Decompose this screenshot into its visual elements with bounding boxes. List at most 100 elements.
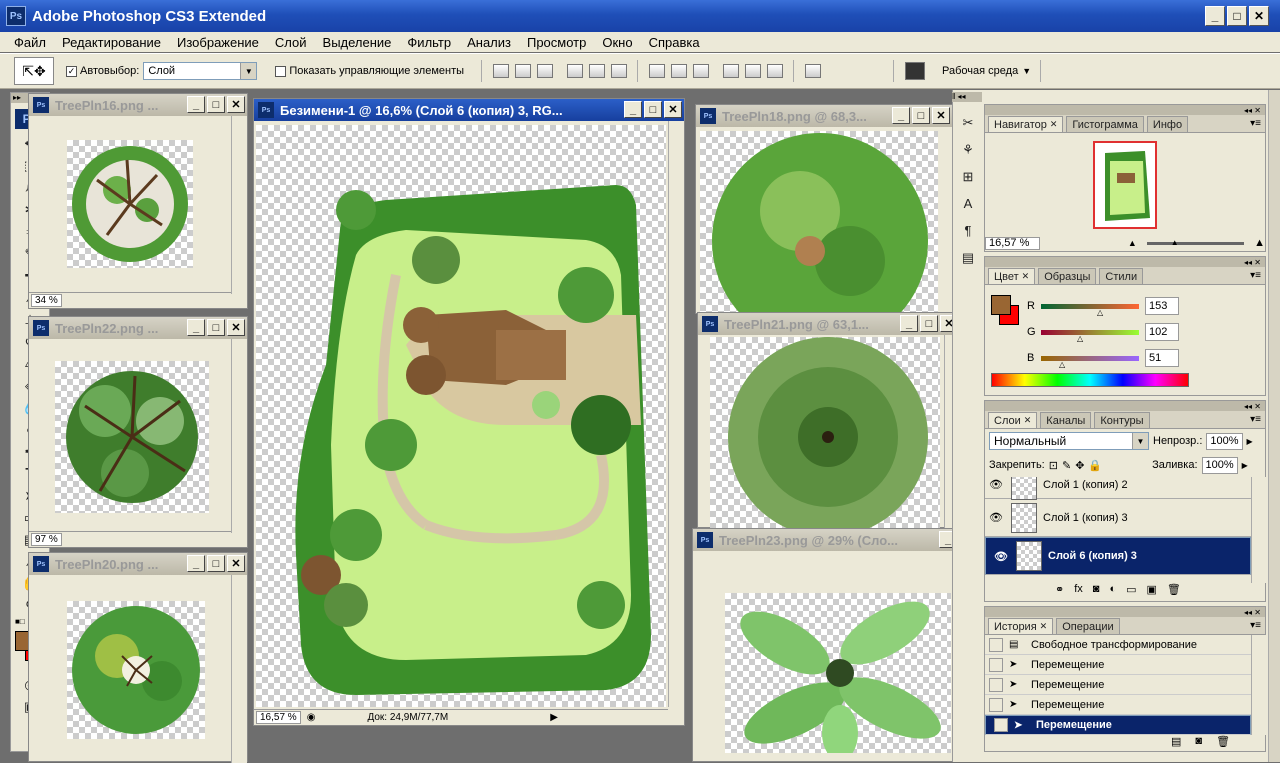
lock-transparency-icon[interactable]: ⊡ xyxy=(1049,459,1058,472)
align-vcenter-icon[interactable] xyxy=(515,64,532,78)
panel-menu-icon[interactable]: ▾≡ xyxy=(1250,118,1261,129)
align-hcenter-icon[interactable] xyxy=(589,64,606,78)
menu-select[interactable]: Выделение xyxy=(315,35,400,50)
layer-row[interactable]: 👁 Слой 1 (копия) 3 xyxy=(985,499,1251,537)
new-document-icon[interactable]: ▤ xyxy=(1171,735,1181,748)
clone-source-icon[interactable]: ⊞ xyxy=(955,166,981,187)
tool-presets-icon[interactable]: ✂ xyxy=(955,112,981,133)
distribute-hcenter-icon[interactable] xyxy=(745,64,762,78)
maximize-button[interactable]: □ xyxy=(912,107,930,124)
history-item[interactable]: ➤ Перемещение xyxy=(985,675,1251,695)
vertical-scrollbar[interactable] xyxy=(231,116,247,294)
doc-window-treepln20[interactable]: Ps TreePln20.png ... _ □ ✕ xyxy=(28,552,248,763)
snapshot-box[interactable] xyxy=(989,697,1003,712)
bridge-icon[interactable] xyxy=(905,62,926,80)
panel-menu-icon[interactable]: ▾≡ xyxy=(1250,620,1261,631)
menu-window[interactable]: Окно xyxy=(594,35,640,50)
minimize-button[interactable]: _ xyxy=(187,555,205,572)
tree-canvas[interactable] xyxy=(700,131,938,349)
minimize-button[interactable]: _ xyxy=(187,319,205,336)
history-item[interactable]: ➤ Перемещение xyxy=(985,655,1251,675)
navigator-preview[interactable] xyxy=(1093,141,1157,229)
vertical-scrollbar[interactable] xyxy=(231,339,247,533)
vertical-scrollbar[interactable] xyxy=(231,575,247,763)
doc-window-main[interactable]: Ps Безимени-1 @ 16,6% (Слой 6 (копия) 3, … xyxy=(253,98,685,726)
blend-mode-dropdown[interactable]: Нормальный ▼ xyxy=(989,432,1149,450)
layer-mask-icon[interactable]: ◙ xyxy=(1093,583,1100,596)
maximize-button[interactable]: □ xyxy=(644,101,662,118)
opacity-field[interactable]: 100% xyxy=(1206,432,1243,450)
distribute-vcenter-icon[interactable] xyxy=(671,64,688,78)
adjustment-layer-icon[interactable]: ◐ xyxy=(1109,583,1116,596)
doc-window-treepln21[interactable]: Ps TreePln21.png @ 63,1... _ □ ✕ xyxy=(697,312,961,537)
doc-window-treepln18[interactable]: Ps TreePln18.png @ 68,3... _ □ ✕ xyxy=(695,104,953,349)
tab-styles[interactable]: Стили xyxy=(1099,268,1144,284)
default-colors-icon[interactable]: ■□ xyxy=(15,617,25,626)
tab-layers[interactable]: Слои ✕ xyxy=(988,412,1038,428)
snapshot-icon[interactable]: ◙ xyxy=(1195,735,1202,748)
new-layer-icon[interactable]: ▣ xyxy=(1147,583,1157,596)
tab-channels[interactable]: Каналы xyxy=(1040,412,1092,428)
status-arrow-icon[interactable]: ▶ xyxy=(550,712,558,723)
tree-canvas[interactable] xyxy=(67,601,205,739)
tab-paths[interactable]: Контуры xyxy=(1094,412,1150,428)
main-canvas[interactable] xyxy=(256,125,666,707)
zoom-in-icon[interactable]: ▲ xyxy=(1254,237,1265,249)
minimize-button[interactable]: _ xyxy=(624,101,642,118)
auto-select-checkbox[interactable]: ✓ xyxy=(66,65,77,77)
menu-edit[interactable]: Редактирование xyxy=(54,35,169,50)
lock-pixels-icon[interactable]: ✎ xyxy=(1062,459,1071,472)
tree-canvas[interactable] xyxy=(725,593,951,761)
vertical-scrollbar[interactable] xyxy=(1251,635,1266,735)
maximize-button[interactable]: □ xyxy=(920,315,938,332)
maximize-button[interactable]: □ xyxy=(207,319,225,336)
panel-menu-icon[interactable]: ▾≡ xyxy=(1250,270,1261,281)
tab-history[interactable]: История ✕ xyxy=(988,618,1054,634)
zoom-field[interactable]: 34 % xyxy=(31,294,62,307)
zoom-field[interactable]: 16,57 % xyxy=(256,711,301,724)
trash-icon[interactable]: 🗑 xyxy=(1167,583,1181,596)
close-button[interactable]: ✕ xyxy=(664,101,682,118)
b-value-field[interactable]: 51 xyxy=(1145,349,1179,367)
layer-row-selected[interactable]: 👁 Слой 6 (копия) 3 xyxy=(985,537,1251,575)
panel-header[interactable]: ◂◂ ✕ xyxy=(985,105,1265,115)
tab-actions[interactable]: Операции xyxy=(1056,618,1120,634)
lock-position-icon[interactable]: ✥ xyxy=(1075,459,1084,472)
workspace-menu[interactable]: Рабочая среда ▼ xyxy=(942,65,1031,77)
lock-all-icon[interactable]: 🔒 xyxy=(1088,459,1102,472)
foreground-color-swatch[interactable] xyxy=(991,295,1011,315)
tab-color[interactable]: Цвет ✕ xyxy=(988,268,1036,284)
menu-analysis[interactable]: Анализ xyxy=(459,35,519,50)
eye-icon[interactable]: 👁 xyxy=(990,550,1012,563)
snapshot-box[interactable] xyxy=(994,718,1008,732)
show-controls-checkbox[interactable] xyxy=(275,65,287,77)
close-button[interactable]: ✕ xyxy=(1249,6,1269,26)
menu-filter[interactable]: Фильтр xyxy=(399,35,459,50)
status-menu-icon[interactable]: ◉ xyxy=(307,712,316,723)
color-ramp[interactable] xyxy=(991,373,1189,387)
doc-window-treepln22[interactable]: Ps TreePln22.png ... _ □ ✕ 97 % xyxy=(28,316,248,548)
distribute-right-icon[interactable] xyxy=(767,64,784,78)
menu-file[interactable]: Файл xyxy=(6,35,54,50)
dock-grip[interactable]: ‖ ◂◂ xyxy=(952,92,982,102)
history-item[interactable]: ▤ Свободное трансформирование xyxy=(985,635,1251,655)
character-icon[interactable]: A xyxy=(955,193,981,214)
distribute-left-icon[interactable] xyxy=(723,64,740,78)
zoom-slider[interactable]: ▲ xyxy=(1146,238,1245,247)
dock-scrollbar[interactable] xyxy=(1268,90,1280,762)
tab-swatches[interactable]: Образцы xyxy=(1038,268,1097,284)
snapshot-box[interactable] xyxy=(989,677,1003,692)
link-layers-icon[interactable]: ⚭ xyxy=(1055,583,1064,596)
panel-header[interactable]: ◂◂ ✕ xyxy=(985,257,1265,267)
new-group-icon[interactable]: ▭ xyxy=(1126,583,1136,596)
close-button[interactable]: ✕ xyxy=(227,96,245,113)
vertical-scrollbar[interactable] xyxy=(1251,477,1266,583)
auto-align-icon[interactable] xyxy=(805,64,822,78)
paragraph-icon[interactable]: ¶ xyxy=(955,220,981,241)
close-button[interactable]: ✕ xyxy=(932,107,950,124)
minimize-button[interactable]: _ xyxy=(892,107,910,124)
chevron-right-icon[interactable]: ▶ xyxy=(1242,461,1248,470)
zoom-field[interactable]: 16,57 % xyxy=(985,236,1040,250)
tree-canvas[interactable] xyxy=(55,361,209,513)
panel-header[interactable]: ◂◂ ✕ xyxy=(985,607,1265,617)
